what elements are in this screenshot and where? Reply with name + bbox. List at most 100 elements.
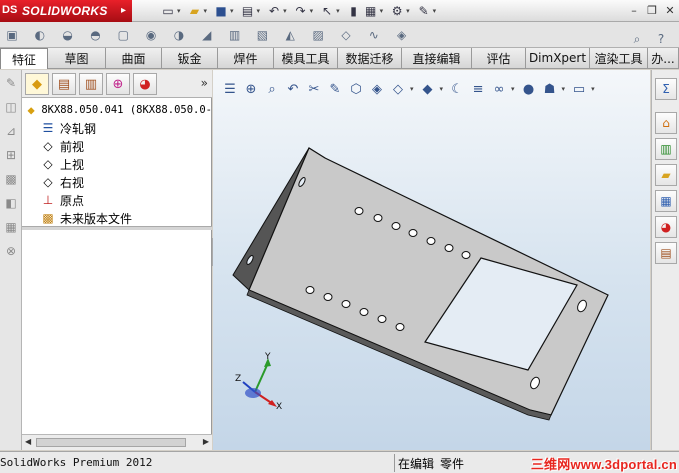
rebuild-icon[interactable]: ▮ xyxy=(346,3,362,19)
shadows-icon[interactable]: ● xyxy=(520,80,538,98)
hide-show-items-icon[interactable]: ◇ xyxy=(389,80,407,98)
zoom-to-fit-icon[interactable]: ⊕ xyxy=(242,80,260,98)
tab-weldments[interactable]: 焊件 xyxy=(218,48,274,68)
extrude-cut-icon[interactable]: ▢ xyxy=(114,26,132,44)
zoom-to-area-icon[interactable]: ⌕ xyxy=(263,80,281,98)
revolve-boss-icon[interactable]: ◐ xyxy=(31,26,49,44)
tab-surfaces[interactable]: 曲面 xyxy=(106,48,162,68)
file-explorer-icon[interactable]: ▰ xyxy=(655,164,677,186)
section-icon[interactable]: ◧ xyxy=(2,194,20,212)
apply-scene-icon[interactable]: ☾ xyxy=(448,80,466,98)
link-icon[interactable]: ⊗ xyxy=(2,242,20,260)
hole-wizard-icon[interactable]: ◉ xyxy=(142,26,160,44)
tab-office[interactable]: 办... xyxy=(648,48,679,68)
mass-properties-icon[interactable]: ▩ xyxy=(2,170,20,188)
property-manager-tab-icon[interactable]: ▤ xyxy=(52,73,76,95)
scrollbar-thumb[interactable] xyxy=(36,438,186,447)
properties-dropdown-icon[interactable]: ▾ xyxy=(380,7,384,15)
more-tabs-icon[interactable]: » xyxy=(201,76,208,90)
relations-icon[interactable]: ⊿ xyxy=(2,122,20,140)
restore-icon[interactable]: ❐ xyxy=(643,0,661,20)
help-icon[interactable]: ? xyxy=(652,30,670,48)
display-manager-tab-icon[interactable]: ◕ xyxy=(133,73,157,95)
options-gear-icon[interactable]: ⚙ xyxy=(389,3,405,19)
menu-expand-icon[interactable]: ▸ xyxy=(121,5,126,16)
new-document-icon[interactable]: ▭ xyxy=(160,3,176,19)
curves-icon[interactable]: ∿ xyxy=(365,26,383,44)
view-orientation-icon[interactable]: ⬡ xyxy=(347,80,365,98)
fillet-icon[interactable]: ◢ xyxy=(198,26,216,44)
tree-item-front-plane[interactable]: ◇ 前视 xyxy=(22,137,212,155)
monitor-icon[interactable]: ▭ xyxy=(570,80,588,98)
linear-pattern-icon[interactable]: ▥ xyxy=(226,26,244,44)
shell-icon[interactable]: ▨ xyxy=(309,26,327,44)
appearance-dropdown-icon[interactable]: ▾ xyxy=(440,85,444,93)
measure-icon[interactable]: ⊞ xyxy=(2,146,20,164)
redo-icon[interactable]: ↷ xyxy=(293,3,309,19)
print-dropdown-icon[interactable]: ▾ xyxy=(257,7,261,15)
options-dropdown-icon[interactable]: ▾ xyxy=(406,7,410,15)
tree-item-right-plane[interactable]: ◇ 右视 xyxy=(22,173,212,191)
print-icon[interactable]: ▤ xyxy=(240,3,256,19)
tab-data-migration[interactable]: 数据迁移 xyxy=(338,48,402,68)
section-view-icon[interactable]: ✂ xyxy=(305,80,323,98)
undo-dropdown-icon[interactable]: ▾ xyxy=(283,7,287,15)
select-dropdown-icon[interactable]: ▾ xyxy=(336,7,340,15)
tools-dropdown-icon[interactable]: ▾ xyxy=(433,7,437,15)
tree-item-future-version[interactable]: ▩ 未来版本文件 xyxy=(22,209,212,227)
select-arrow-icon[interactable]: ↖ xyxy=(319,3,335,19)
feature-tree-tab-icon[interactable]: ◆ xyxy=(25,73,49,95)
instant3d-icon[interactable]: ◈ xyxy=(393,26,411,44)
search-icon[interactable]: ⌕ xyxy=(628,30,646,48)
appearances-scenes-icon[interactable]: ◕ xyxy=(655,216,677,238)
view-palette-icon[interactable]: ▦ xyxy=(655,190,677,212)
smart-dimension-icon[interactable]: ◫ xyxy=(2,98,20,116)
hide-show-dropdown-icon[interactable]: ▾ xyxy=(410,85,414,93)
sweep-icon[interactable]: ◒ xyxy=(59,26,77,44)
reference-geometry-icon[interactable]: ◇ xyxy=(337,26,355,44)
occlusion-dropdown-icon[interactable]: ▾ xyxy=(562,85,566,93)
realview-dropdown-icon[interactable]: ▾ xyxy=(511,85,515,93)
ambient-occlusion-icon[interactable]: ☗ xyxy=(541,80,559,98)
tree-item-part[interactable]: ◆ 8KX88.050.041 (8KX88.050.0- xyxy=(22,101,212,119)
previous-view-icon[interactable]: ☰ xyxy=(221,80,239,98)
save-dropdown-icon[interactable]: ▾ xyxy=(230,7,234,15)
dynamic-annotation-icon[interactable]: ✎ xyxy=(326,80,344,98)
close-icon[interactable]: ✕ xyxy=(661,0,679,20)
monitor-dropdown-icon[interactable]: ▾ xyxy=(591,85,595,93)
tab-render-tools[interactable]: 渲染工具 xyxy=(590,48,648,68)
sketch-tool-icon[interactable]: ✎ xyxy=(2,74,20,92)
loft-icon[interactable]: ◓ xyxy=(86,26,104,44)
extrude-boss-icon[interactable]: ▣ xyxy=(3,26,21,44)
edit-appearance-icon[interactable]: ◆ xyxy=(419,80,437,98)
design-library-icon[interactable]: ▥ xyxy=(655,138,677,160)
tab-sketch[interactable]: 草图 xyxy=(48,48,106,68)
tree-item-material[interactable]: ☰ 冷轧钢 xyxy=(22,119,212,137)
custom-properties-icon[interactable]: ▤ xyxy=(655,242,677,264)
dimxpert-manager-tab-icon[interactable]: ⊕ xyxy=(106,73,130,95)
part-model[interactable]: Y X Z xyxy=(213,70,650,450)
scroll-right-icon[interactable]: ▶ xyxy=(203,437,209,446)
open-dropdown-icon[interactable]: ▾ xyxy=(204,7,208,15)
revolve-cut-icon[interactable]: ◑ xyxy=(170,26,188,44)
draft-icon[interactable]: ◭ xyxy=(281,26,299,44)
tools-icon[interactable]: ✎ xyxy=(416,3,432,19)
solidworks-logo[interactable]: DS SOLIDWORKS ▸ xyxy=(0,0,132,22)
tab-direct-editing[interactable]: 直接编辑 xyxy=(402,48,472,68)
tab-evaluate[interactable]: 评估 xyxy=(472,48,526,68)
tree-item-origin[interactable]: ⊥ 原点 xyxy=(22,191,212,209)
solidworks-resources-icon[interactable]: ⌂ xyxy=(655,112,677,134)
scroll-left-icon[interactable]: ◀ xyxy=(25,437,31,446)
panel-splitter[interactable] xyxy=(22,226,212,230)
tab-dimxpert[interactable]: DimXpert xyxy=(526,48,590,68)
tab-sheet-metal[interactable]: 钣金 xyxy=(162,48,218,68)
configuration-manager-tab-icon[interactable]: ▥ xyxy=(79,73,103,95)
file-properties-icon[interactable]: ▦ xyxy=(363,3,379,19)
horizontal-scrollbar[interactable]: ◀ ▶ xyxy=(22,434,212,450)
save-icon[interactable]: ■ xyxy=(213,3,229,19)
display-style-icon[interactable]: ◈ xyxy=(368,80,386,98)
undo-icon[interactable]: ↶ xyxy=(266,3,282,19)
tree-item-top-plane[interactable]: ◇ 上视 xyxy=(22,155,212,173)
task-pane-toggle-icon[interactable]: Σ xyxy=(655,78,677,100)
previous-view-arrow-icon[interactable]: ↶ xyxy=(284,80,302,98)
